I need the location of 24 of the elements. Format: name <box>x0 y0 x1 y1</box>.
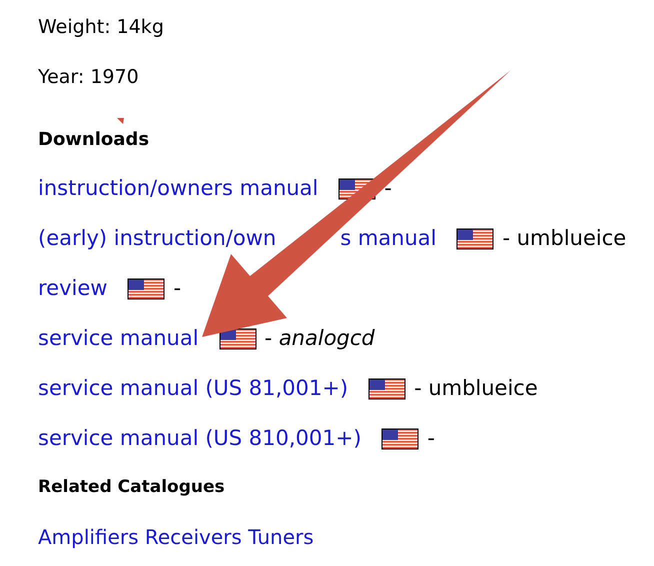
download-link[interactable]: service manual <box>38 323 199 355</box>
contributor-text: - <box>173 275 182 302</box>
contributor-text: - analogcd <box>264 325 375 352</box>
catalogue-link[interactable]: Amplifiers Receivers Tuners <box>38 522 314 552</box>
download-link[interactable]: review <box>38 273 108 305</box>
detail-text: Year: 1970 <box>38 65 139 90</box>
download-link[interactable]: instruction/owners manual <box>38 173 318 205</box>
corner-mark-icon <box>117 118 124 124</box>
download-link[interactable]: service manual (US 81,001+) <box>38 373 348 405</box>
contributor-text: - umblueice <box>414 375 538 402</box>
flag-icon <box>381 428 420 450</box>
contributor-text: - umblueice <box>502 225 626 252</box>
flag-icon <box>218 328 257 350</box>
section-heading: Downloads <box>38 128 150 152</box>
section-heading: Related Catalogues <box>38 476 225 500</box>
detail-text: Weight: 14kg <box>38 15 164 40</box>
flag-icon <box>456 228 494 250</box>
contributor-text: - <box>384 175 392 202</box>
flag-icon <box>127 278 166 300</box>
flag-icon <box>368 378 406 400</box>
download-link[interactable]: service manual (US 810,001+) <box>38 423 362 455</box>
contributor-text: - <box>427 425 435 452</box>
download-link[interactable]: (early) instruction/own <box>38 223 276 255</box>
download-link[interactable]: s manual <box>340 223 436 255</box>
